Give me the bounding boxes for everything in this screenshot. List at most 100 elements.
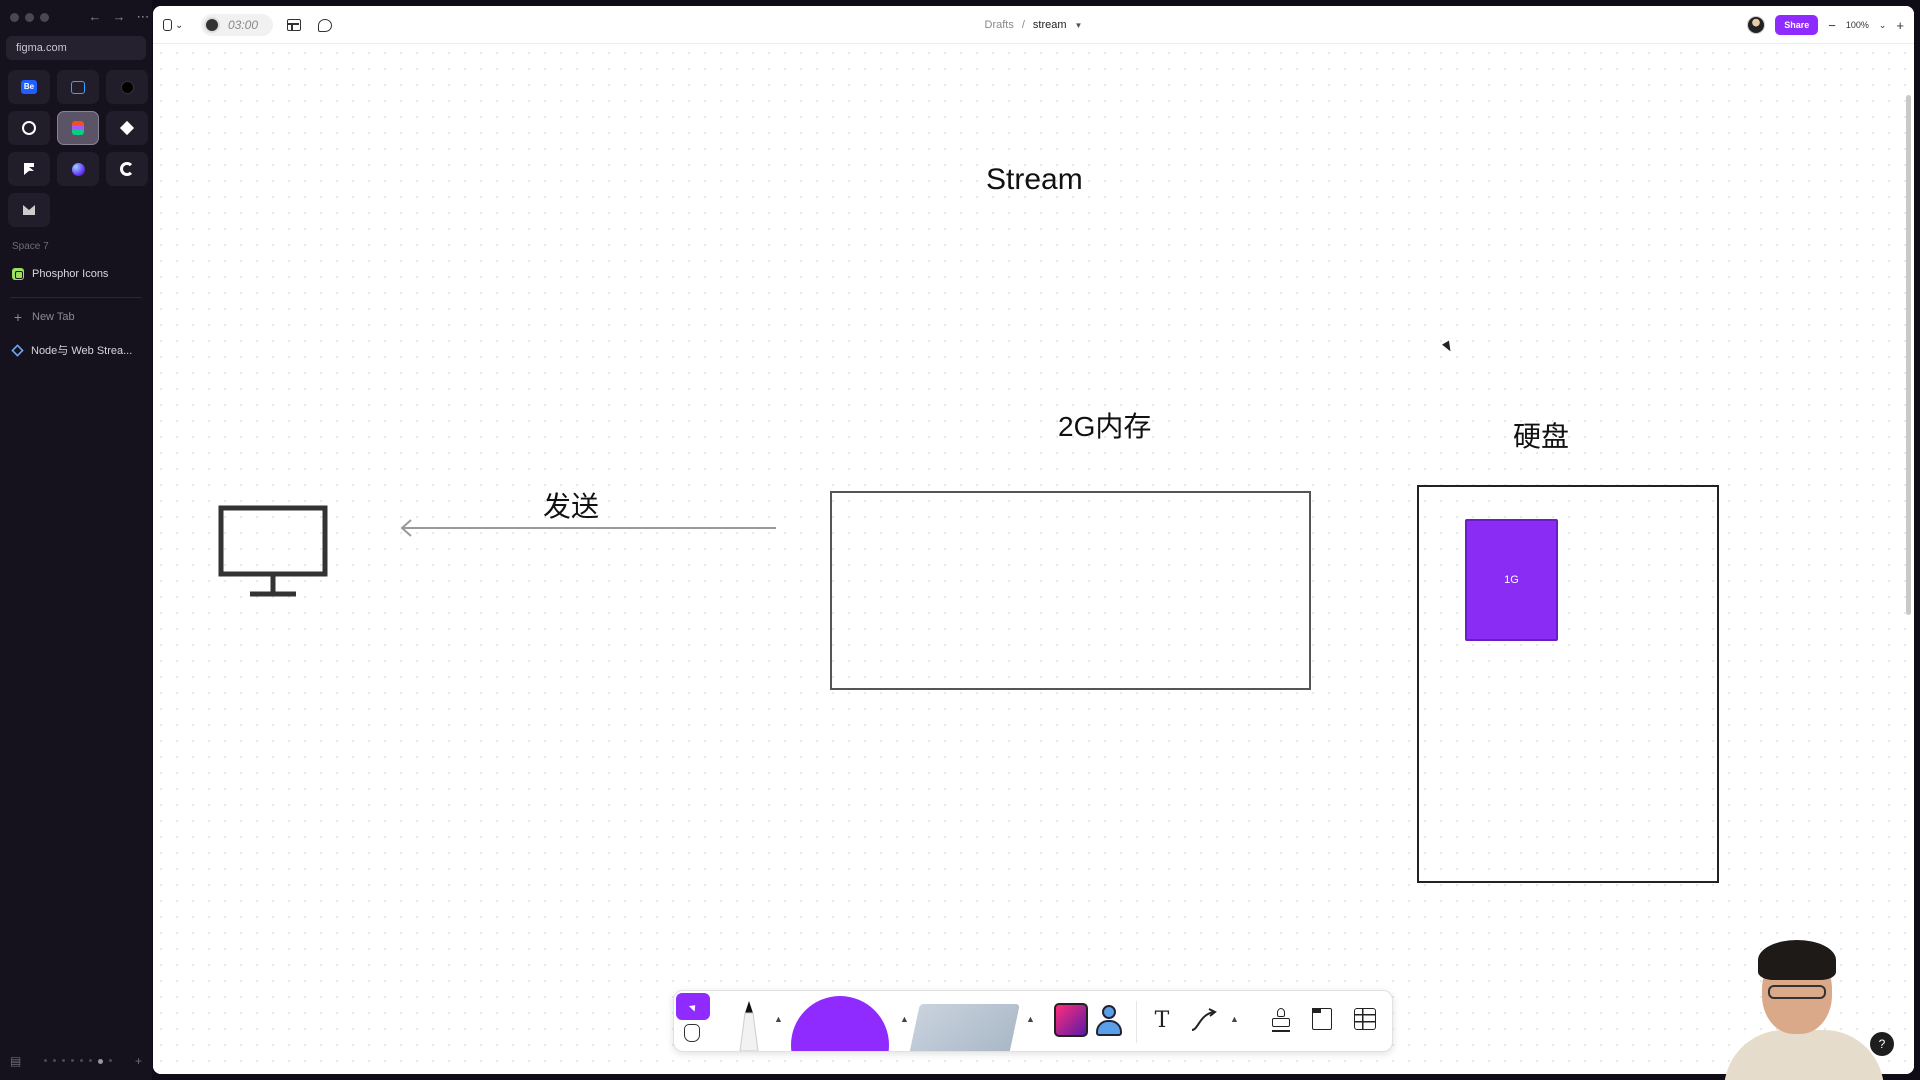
- table-tool-icon[interactable]: [1354, 1008, 1376, 1030]
- figjam-logo-icon: [163, 19, 172, 31]
- navigation-buttons: ← → ⋯: [88, 9, 150, 25]
- orb-icon: [71, 162, 85, 176]
- comment-icon[interactable]: [318, 19, 332, 32]
- new-tab-label: New Tab: [32, 311, 75, 323]
- favorite-behance[interactable]: Be: [8, 70, 50, 104]
- calendar-icon: [71, 80, 85, 94]
- move-tool-button[interactable]: [676, 993, 710, 1020]
- figma-icon: [72, 121, 84, 135]
- chevron-up-icon[interactable]: ▲: [1026, 1014, 1035, 1024]
- chevron-down-icon: ⌄: [175, 19, 184, 31]
- vertical-scrollbar[interactable]: [1906, 95, 1911, 615]
- pinned-tab-phosphor-icons[interactable]: Phosphor Icons: [12, 268, 108, 280]
- favorite-framer[interactable]: [8, 152, 50, 186]
- timer-avatar: [204, 17, 220, 33]
- zoom-out-button[interactable]: −: [1828, 18, 1836, 33]
- favorite-orb[interactable]: [57, 152, 99, 186]
- more-icon[interactable]: ⋯: [136, 9, 150, 25]
- canvas[interactable]: Stream 2G内存 硬盘 发送 1G ▲ ▲ ▲ T ▲: [153, 45, 1914, 1074]
- space-switcher[interactable]: [44, 1058, 113, 1064]
- memory-box[interactable]: [830, 491, 1311, 690]
- tab-label: Node与 Web Strea...: [31, 345, 133, 357]
- window-controls: [10, 13, 49, 22]
- minimize-window-button[interactable]: [25, 13, 34, 22]
- main-menu-button[interactable]: ⌄: [163, 6, 183, 44]
- figma-window: ⌄ 03:00 Drafts / stream ▼ Share − 100% ⌄…: [153, 6, 1914, 1074]
- hand-tool-icon[interactable]: [684, 1024, 700, 1042]
- layout-icon[interactable]: [287, 19, 301, 31]
- breadcrumb-folder[interactable]: Drafts: [985, 19, 1014, 31]
- share-button[interactable]: Share: [1775, 15, 1819, 35]
- section-tool-icon[interactable]: [1311, 1007, 1332, 1030]
- memory-label[interactable]: 2G内存: [1058, 405, 1151, 445]
- figma-toolbar: ⌄ 03:00 Drafts / stream ▼ Share − 100% ⌄…: [153, 6, 1914, 44]
- canvas-title[interactable]: Stream: [986, 163, 1083, 197]
- chevron-up-icon[interactable]: ▲: [1230, 1014, 1239, 1024]
- dock-divider: [1136, 1001, 1137, 1043]
- favorite-spark[interactable]: [106, 111, 148, 145]
- user-avatar[interactable]: [1747, 16, 1766, 34]
- chevron-up-icon[interactable]: ▲: [774, 1014, 783, 1024]
- phosphor-icon: [12, 268, 24, 280]
- chevron-down-icon[interactable]: ⌄: [1879, 20, 1887, 31]
- close-window-button[interactable]: [10, 13, 19, 22]
- browser-sidebar: ← → ⋯ figma.com Be Space 7 Phosphor Icon…: [0, 0, 152, 1080]
- data-chunk[interactable]: 1G: [1465, 519, 1558, 641]
- send-arrow[interactable]: [400, 518, 780, 538]
- zoom-in-button[interactable]: +: [1896, 18, 1904, 33]
- back-arrow-icon[interactable]: ←: [88, 9, 102, 25]
- tool-dock: ▲ ▲ ▲ T ▲: [673, 990, 1393, 1052]
- monitor-icon[interactable]: [218, 505, 330, 601]
- framer-icon: [24, 163, 34, 175]
- maximize-window-button[interactable]: [40, 13, 49, 22]
- chevron-down-icon[interactable]: ▼: [1075, 21, 1083, 30]
- breadcrumb-separator: /: [1021, 19, 1025, 31]
- pinned-tab-label: Phosphor Icons: [32, 268, 109, 280]
- space-label: Space 7: [12, 241, 49, 252]
- favorite-github[interactable]: [8, 111, 50, 145]
- mail-icon: [23, 205, 35, 215]
- file-name[interactable]: stream: [1033, 19, 1067, 31]
- stamp-tool-icon[interactable]: [1272, 1008, 1290, 1032]
- screen: ← → ⋯ figma.com Be Space 7 Phosphor Icon…: [0, 0, 1920, 1080]
- favorite-mail[interactable]: [8, 193, 50, 227]
- url-bar[interactable]: figma.com: [6, 36, 146, 60]
- shape-tool-icon[interactable]: [791, 996, 889, 1051]
- archive-icon[interactable]: ▤: [10, 1054, 21, 1068]
- layers-icon: [11, 343, 24, 357]
- timer-value: 03:00: [228, 18, 259, 32]
- new-tab-button[interactable]: + New Tab: [12, 309, 75, 325]
- grammarly-icon: [120, 162, 134, 176]
- mouse-cursor-icon: [1442, 340, 1454, 354]
- help-button[interactable]: ?: [1870, 1032, 1894, 1056]
- avatar-sticker-icon[interactable]: [1094, 1003, 1124, 1039]
- sticker-tool-icon[interactable]: [1054, 1003, 1088, 1037]
- zoom-level[interactable]: 100%: [1846, 20, 1869, 30]
- disk-box[interactable]: [1417, 485, 1719, 883]
- sticky-note-tool-icon[interactable]: [908, 1004, 1020, 1051]
- timer[interactable]: 03:00: [201, 14, 273, 36]
- zoom-controls: − 100% ⌄ +: [1828, 18, 1904, 33]
- chevron-up-icon[interactable]: ▲: [900, 1014, 909, 1024]
- circle-icon: [120, 80, 134, 94]
- favorite-dark-app[interactable]: [106, 70, 148, 104]
- add-space-icon[interactable]: +: [135, 1054, 142, 1068]
- sidebar-divider: [10, 297, 142, 298]
- favorite-grammarly[interactable]: [106, 152, 148, 186]
- connector-tool-icon[interactable]: [1188, 1006, 1220, 1036]
- cursor-arrow-icon: [688, 1001, 698, 1012]
- sparkle-icon: [119, 120, 135, 136]
- forward-arrow-icon[interactable]: →: [112, 9, 126, 25]
- webcam-overlay: [1714, 930, 1894, 1080]
- github-icon: [22, 121, 36, 135]
- text-tool-icon[interactable]: T: [1146, 1006, 1178, 1036]
- favorite-figma[interactable]: [57, 111, 99, 145]
- favorite-calendar[interactable]: [57, 70, 99, 104]
- sidebar-footer: ▤ +: [10, 1054, 142, 1068]
- marker-tool-icon[interactable]: [734, 999, 764, 1051]
- tab-node-web-streams[interactable]: Node与 Web Strea...: [11, 342, 133, 358]
- plus-icon: +: [13, 309, 23, 325]
- disk-label[interactable]: 硬盘: [1513, 415, 1569, 455]
- toolbar-right: Share − 100% ⌄ +: [1747, 6, 1904, 44]
- behance-icon: Be: [21, 80, 37, 94]
